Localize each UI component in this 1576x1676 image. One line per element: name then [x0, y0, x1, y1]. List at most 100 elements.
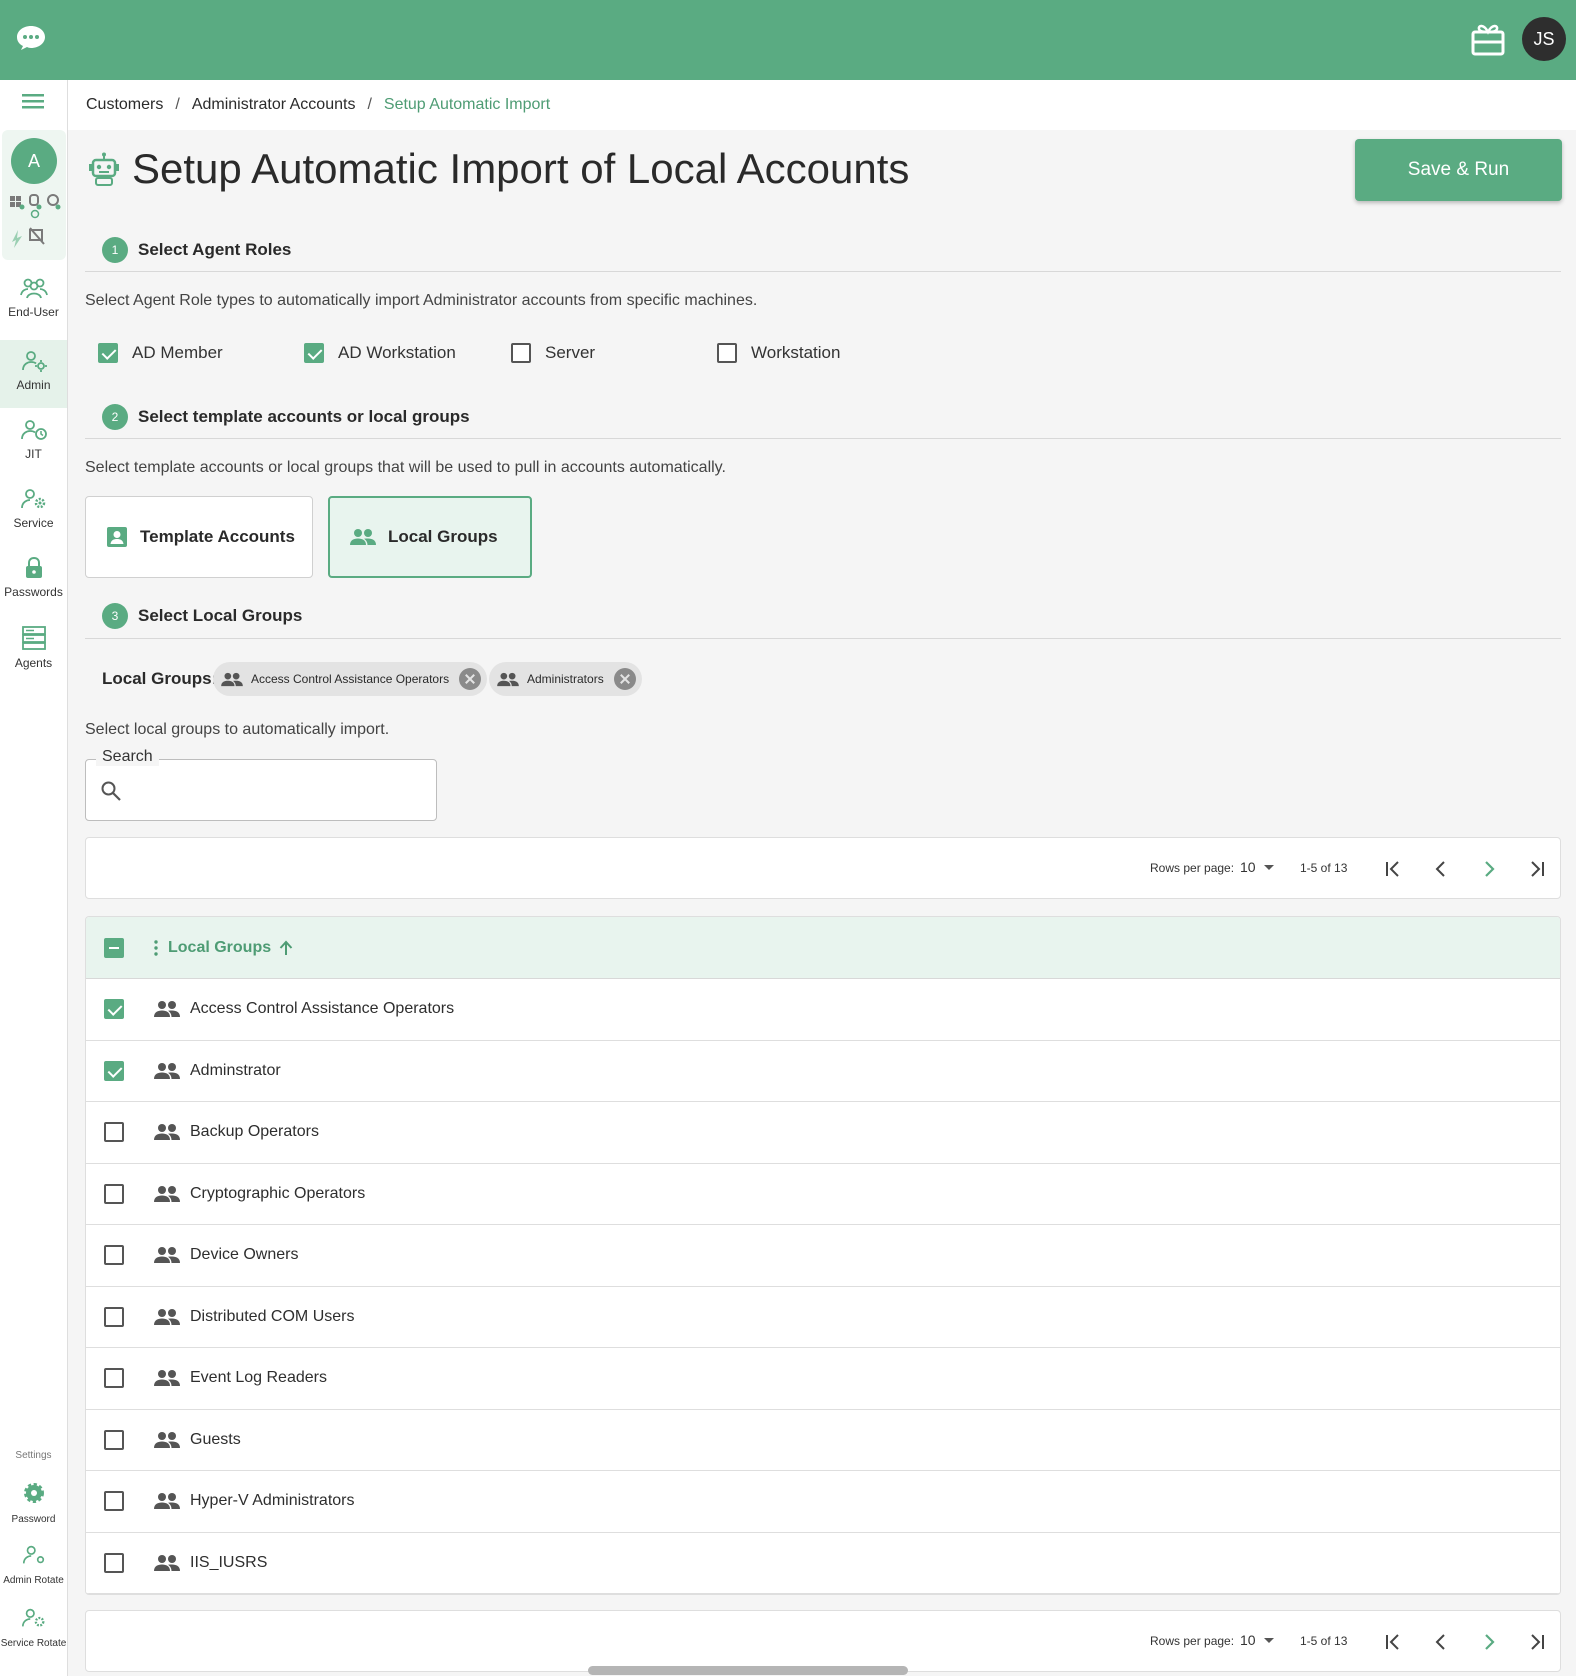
group-name: IIS_IUSRS — [190, 1553, 268, 1571]
divider — [85, 271, 1561, 272]
nav-label: End-User — [8, 305, 59, 319]
group-icon — [154, 1124, 180, 1141]
caret-down-icon — [1263, 1637, 1274, 1643]
role-server[interactable]: Server — [511, 343, 595, 363]
column-menu-icon[interactable] — [154, 939, 158, 956]
rows-per-page-select[interactable]: 10 — [1240, 1632, 1274, 1648]
table-row[interactable]: Cryptographic Operators — [86, 1163, 1560, 1225]
save-and-run-button[interactable]: Save & Run — [1355, 139, 1562, 201]
table-row[interactable]: Hyper-V Administrators — [86, 1471, 1560, 1533]
table-row[interactable]: Distributed COM Users — [86, 1286, 1560, 1348]
table-row[interactable]: Access Control Assistance Operators — [86, 979, 1560, 1041]
nav-password-settings[interactable]: Password — [0, 1473, 67, 1533]
previous-page-icon[interactable] — [1426, 854, 1456, 884]
nav-label: JIT — [25, 447, 42, 461]
search-icon — [101, 781, 121, 801]
page-range: 1-5 of 13 — [1300, 1634, 1348, 1648]
checkbox[interactable] — [98, 343, 118, 363]
nav-agents[interactable]: Agents — [0, 616, 67, 684]
rows-per-page-select[interactable]: 10 — [1240, 859, 1274, 875]
settings-section-label: Settings — [15, 1450, 52, 1461]
nav-service-rotate[interactable]: Service Rotate — [0, 1599, 67, 1659]
row-checkbox[interactable] — [104, 1491, 124, 1512]
option-label: Template Accounts — [140, 527, 295, 546]
robot-icon — [89, 152, 119, 186]
last-page-icon[interactable] — [1522, 1627, 1552, 1657]
group-icon — [154, 1062, 180, 1079]
group-icon — [154, 1308, 180, 1325]
user-avatar[interactable]: JS — [1522, 17, 1566, 61]
sidebar: A End-User Admin JIT Service Passwords A… — [0, 80, 68, 1676]
step-title: Select Agent Roles — [138, 240, 292, 259]
row-checkbox[interactable] — [104, 1429, 124, 1450]
option-local-groups[interactable]: Local Groups — [328, 496, 532, 578]
service-gear-icon — [20, 489, 45, 509]
rows-per-page-value: 10 — [1240, 1632, 1256, 1648]
nav-label: Admin — [16, 378, 51, 392]
last-page-icon[interactable] — [1522, 854, 1552, 884]
checkbox[interactable] — [304, 343, 324, 363]
table-row[interactable]: IIS_IUSRS — [86, 1532, 1560, 1594]
hamburger-menu-icon[interactable] — [20, 90, 46, 112]
customer-context[interactable]: A — [2, 130, 66, 260]
divider — [85, 638, 1561, 639]
table-row[interactable]: Guests — [86, 1409, 1560, 1471]
role-workstation[interactable]: Workstation — [717, 343, 840, 363]
first-page-icon[interactable] — [1378, 1627, 1408, 1657]
nav-passwords[interactable]: Passwords — [0, 547, 67, 615]
next-page-icon[interactable] — [1474, 854, 1504, 884]
breadcrumb-current: Setup Automatic Import — [383, 96, 551, 113]
customer-avatar[interactable]: A — [11, 138, 57, 184]
table-row[interactable]: Device Owners — [86, 1225, 1560, 1287]
caret-down-icon — [1263, 864, 1274, 870]
row-checkbox[interactable] — [104, 1183, 124, 1204]
horizontal-scrollbar[interactable] — [588, 1666, 908, 1675]
service-rotate-icon — [21, 1608, 44, 1627]
search-field[interactable]: Search — [85, 748, 437, 821]
nav-service[interactable]: Service — [0, 478, 67, 546]
option-template-accounts[interactable]: Template Accounts — [85, 496, 313, 578]
role-ad-member[interactable]: AD Member — [98, 343, 223, 363]
table-header: Local Groups — [86, 917, 1560, 979]
nav-admin-rotate[interactable]: Admin Rotate — [0, 1536, 67, 1596]
admin-user-icon — [21, 351, 47, 372]
sort-ascending-icon[interactable] — [279, 940, 293, 956]
step-number: 3 — [102, 603, 128, 629]
remove-chip-icon[interactable] — [459, 668, 482, 690]
group-icon — [221, 672, 243, 686]
group-icon — [154, 1247, 180, 1264]
breadcrumb-customers[interactable]: Customers — [86, 96, 163, 114]
row-checkbox[interactable] — [104, 1306, 124, 1327]
nav-jit[interactable]: JIT — [0, 409, 67, 477]
next-page-icon[interactable] — [1474, 1627, 1504, 1657]
row-checkbox[interactable] — [104, 1060, 124, 1081]
nav-end-user[interactable]: End-User — [0, 267, 67, 335]
search-input[interactable] — [130, 776, 420, 804]
row-checkbox[interactable] — [104, 999, 124, 1020]
row-checkbox[interactable] — [104, 1245, 124, 1266]
table-row[interactable]: Adminstrator — [86, 1040, 1560, 1102]
nav-admin[interactable]: Admin — [0, 340, 67, 408]
group-icon — [154, 1493, 180, 1510]
local-groups-table: Local Groups Access Control Assistance O… — [85, 916, 1561, 1595]
role-label: AD Workstation — [338, 343, 456, 362]
checkbox[interactable] — [511, 343, 531, 363]
column-local-groups[interactable]: Local Groups — [154, 939, 293, 957]
pagination-bottom: Rows per page: 10 1-5 of 13 — [85, 1610, 1561, 1672]
row-checkbox[interactable] — [104, 1552, 124, 1573]
previous-page-icon[interactable] — [1426, 1627, 1456, 1657]
group-icon — [154, 1001, 180, 1018]
remove-chip-icon[interactable] — [613, 668, 636, 690]
column-label: Local Groups — [168, 938, 272, 956]
role-ad-workstation[interactable]: AD Workstation — [304, 343, 456, 363]
row-checkbox[interactable] — [104, 1122, 124, 1143]
table-row[interactable]: Event Log Readers — [86, 1348, 1560, 1410]
chat-icon[interactable] — [16, 25, 46, 51]
breadcrumb-administrator-accounts[interactable]: Administrator Accounts — [192, 96, 356, 114]
select-all-checkbox[interactable] — [104, 937, 124, 958]
checkbox[interactable] — [717, 343, 737, 363]
table-row[interactable]: Backup Operators — [86, 1102, 1560, 1164]
first-page-icon[interactable] — [1378, 854, 1408, 884]
row-checkbox[interactable] — [104, 1368, 124, 1389]
gift-icon[interactable] — [1470, 22, 1506, 56]
